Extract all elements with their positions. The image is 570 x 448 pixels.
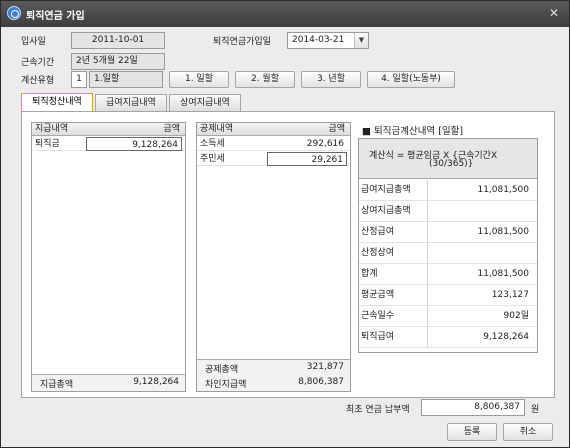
calc-row: 퇴직급여 9,128,264 — [359, 327, 537, 348]
window-title: 퇴직연금 가입 — [26, 11, 85, 22]
calc-row: 급여지급총액 11,081,500 — [359, 180, 537, 201]
calc-row-value: 11,081,500 — [427, 264, 533, 284]
currency-unit: 원 — [531, 405, 540, 415]
payment-total-label: 지급총액 — [40, 380, 74, 390]
calc-row-value — [427, 201, 533, 221]
table-row[interactable]: 퇴직금 9,128,264 — [32, 137, 185, 151]
deduction-grid: 공제내역 금액 소득세 292,616 주민세 29,261 공제총액 321,… — [196, 122, 351, 392]
calc-row: 상여지급총액 — [359, 201, 537, 222]
calc-row-label: 산정급여 — [361, 227, 395, 237]
title-bar: 퇴직연금 가입 ✕ — [1, 1, 569, 27]
cancel-button[interactable]: 취소 — [503, 423, 553, 441]
deduction-total-value: 321,877 — [306, 362, 344, 372]
tab-bonus-payment[interactable]: 상여지급내역 — [169, 94, 241, 111]
payment-row-amount[interactable]: 9,128,264 — [86, 137, 182, 151]
calc-row-value: 123,127 — [427, 285, 533, 305]
calc-daily-labor-button[interactable]: 4. 일할(노동부) — [367, 71, 455, 88]
calc-formula: 계산식 = 평균임금 X {근속기간X (30/365)} — [359, 139, 537, 179]
deduction-row-name: 소득세 — [200, 139, 225, 149]
net-pay-label: 차인지급액 — [205, 380, 247, 390]
payment-row-name: 퇴직금 — [35, 139, 60, 149]
table-row[interactable]: 주민세 29,261 — [197, 152, 350, 166]
calc-row-label: 상여지급총액 — [361, 206, 411, 216]
service-period-label: 근속기간 — [21, 58, 55, 68]
chevron-down-icon[interactable]: ▼ — [354, 33, 368, 48]
deduction-grid-footer: 공제총액 321,877 차인지급액 8,806,387 — [197, 359, 350, 391]
calc-yearly-button[interactable]: 3. 년할 — [301, 71, 361, 88]
calc-row: 합계 11,081,500 — [359, 264, 537, 285]
calc-row-label: 근속일수 — [361, 311, 395, 321]
calc-row: 산정급여 11,081,500 — [359, 222, 537, 243]
pension-join-date-picker[interactable]: 2014-03-21 ▼ — [287, 32, 369, 49]
hire-date-field: 2011-10-01 — [71, 32, 165, 49]
calc-monthly-button[interactable]: 2. 월할 — [235, 71, 295, 88]
deduction-header-item: 공제내역 — [200, 124, 234, 134]
calc-row-value: 902일 — [427, 306, 533, 326]
payment-grid: 지급내역 금액 퇴직금 9,128,264 지급총액 9,128,264 — [31, 122, 186, 392]
final-pension-label: 최초 연금 납부액 — [346, 405, 410, 415]
deduction-row-amount: 292,616 — [306, 139, 344, 149]
calc-row-value: 11,081,500 — [427, 222, 533, 242]
calc-row: 산정상여 — [359, 243, 537, 264]
calc-detail-title: ■ 퇴직금계산내역 [일할] — [362, 126, 464, 137]
calc-row: 평균금액 123,127 — [359, 285, 537, 306]
tab-retirement-settlement[interactable]: 퇴직정산내역 — [21, 93, 93, 111]
app-icon — [7, 6, 21, 20]
calc-type-code-input[interactable]: 1 — [71, 71, 87, 88]
calc-row-label: 산정상여 — [361, 248, 395, 258]
payment-total-value: 9,128,264 — [133, 377, 179, 387]
calc-type-name-field: 1.일할 — [89, 71, 163, 88]
pension-join-window: 퇴직연금 가입 ✕ 입사일 2011-10-01 퇴직연금가입일 2014-03… — [0, 0, 570, 448]
pension-join-date-value: 2014-03-21 — [292, 35, 345, 45]
calc-row-label: 합계 — [361, 269, 378, 279]
calc-row: 근속일수 902일 — [359, 306, 537, 327]
close-icon[interactable]: ✕ — [549, 6, 559, 20]
calc-row-value: 11,081,500 — [427, 180, 533, 200]
table-row[interactable]: 소득세 292,616 — [197, 137, 350, 151]
deduction-row-amount[interactable]: 29,261 — [267, 152, 347, 166]
formula-line-2: (30/365)} — [429, 159, 474, 169]
calc-row-label: 퇴직급여 — [361, 332, 395, 342]
calc-daily-button[interactable]: 1. 일할 — [169, 71, 229, 88]
calc-row-label: 평균금액 — [361, 290, 395, 300]
deduction-row-name: 주민세 — [200, 154, 225, 164]
deduction-header-amount: 금액 — [328, 124, 345, 134]
calc-type-label: 계산유형 — [21, 76, 55, 86]
payment-header-item: 지급내역 — [35, 124, 69, 134]
payment-grid-header: 지급내역 금액 — [32, 123, 185, 136]
deduction-grid-header: 공제내역 금액 — [197, 123, 350, 136]
hire-date-label: 입사일 — [21, 37, 46, 47]
pension-join-date-label: 퇴직연금가입일 — [213, 37, 271, 47]
service-period-field: 2년 5개월 22일 — [71, 53, 165, 70]
calc-detail-box: 계산식 = 평균임금 X {근속기간X (30/365)} 급여지급총액 11,0… — [358, 138, 538, 353]
calc-row-value: 9,128,264 — [427, 327, 533, 347]
register-button[interactable]: 등록 — [447, 423, 497, 441]
final-pension-amount: 8,806,387 — [421, 399, 525, 416]
net-pay-value: 8,806,387 — [298, 377, 344, 387]
payment-grid-footer: 지급총액 9,128,264 — [32, 374, 185, 391]
payment-header-amount: 금액 — [163, 124, 180, 134]
calc-row-value — [427, 243, 533, 263]
tab-salary-payment[interactable]: 급여지급내역 — [95, 94, 167, 111]
deduction-total-label: 공제총액 — [205, 365, 239, 375]
calc-row-label: 급여지급총액 — [361, 185, 411, 195]
